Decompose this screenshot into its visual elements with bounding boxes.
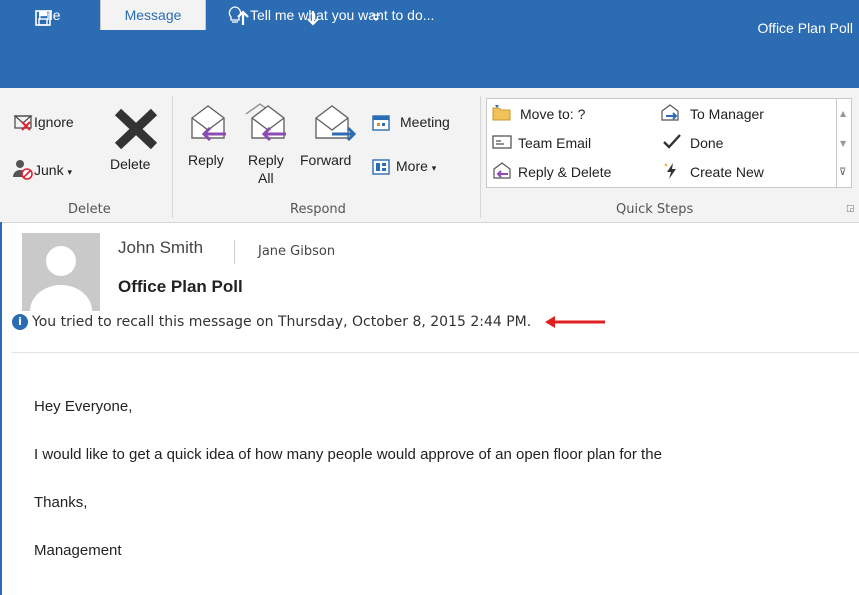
red-arrow-annotation: [545, 316, 606, 328]
tab-message[interactable]: Message: [100, 0, 206, 30]
body-greeting: Hey Everyone,: [34, 398, 133, 415]
to-manager-icon: [661, 104, 679, 121]
recipient-name[interactable]: Jane Gibson: [258, 244, 335, 259]
scroll-down-icon[interactable]: ▼: [840, 139, 846, 148]
more-button[interactable]: More ▾: [372, 156, 468, 180]
recall-info-text: You tried to recall this message on Thur…: [32, 314, 532, 330]
forward-icon: [315, 105, 357, 142]
info-icon: i: [12, 314, 28, 330]
quick-steps-dialog-launcher-icon[interactable]: ◲: [846, 204, 856, 214]
quick-step-team-email[interactable]: Team Email: [492, 131, 652, 155]
quick-steps-scrollbar[interactable]: ▲ ▼ ⊽: [836, 98, 852, 188]
recall-info-bar: i You tried to recall this message on Th…: [12, 314, 607, 330]
junk-label: Junk ▾: [34, 162, 72, 178]
group-label-quick-steps: Quick Steps: [616, 202, 694, 217]
tell-me-text: Tell me what you want to do...: [250, 7, 435, 23]
reply-button[interactable]: Reply: [182, 100, 236, 190]
quick-step-label: Reply & Delete: [518, 164, 612, 180]
delete-x-icon: [114, 108, 158, 150]
expand-gallery-icon[interactable]: ⊽: [839, 167, 846, 178]
reply-label: Reply: [188, 152, 224, 168]
body-closing: Thanks,: [34, 494, 88, 511]
sender-name[interactable]: John Smith: [118, 238, 203, 258]
lightbulb-icon: [228, 6, 242, 23]
body-paragraph: I would like to get a quick idea of how …: [34, 446, 662, 463]
quick-step-create-new[interactable]: Create New: [660, 160, 832, 184]
dropdown-caret-icon: ▾: [431, 163, 437, 173]
group-label-delete: Delete: [68, 202, 111, 217]
folder-move-icon: [492, 105, 511, 121]
tell-me-box[interactable]: Tell me what you want to do...: [228, 0, 434, 30]
group-separator: [480, 96, 481, 218]
quick-step-label: Done: [690, 135, 724, 151]
forward-label: Forward: [300, 152, 352, 168]
reply-all-label-1: Reply: [248, 152, 284, 168]
reply-all-button[interactable]: Reply All: [242, 100, 294, 190]
meeting-icon: [372, 115, 390, 131]
meeting-button[interactable]: Meeting: [372, 112, 468, 136]
junk-icon: [13, 160, 33, 180]
ignore-button[interactable]: Ignore: [12, 110, 100, 136]
group-separator: [172, 96, 173, 218]
quick-step-reply-delete[interactable]: Reply & Delete: [492, 160, 652, 184]
forward-button[interactable]: Forward: [300, 100, 370, 190]
reply-icon: [191, 105, 226, 142]
reply-all-icon: [245, 103, 286, 142]
scroll-up-icon[interactable]: ▲: [840, 109, 846, 118]
dropdown-caret-icon: ▾: [67, 167, 72, 177]
quick-step-label: Team Email: [518, 135, 592, 151]
message-subject: Office Plan Poll: [118, 277, 243, 296]
tab-file[interactable]: File: [38, 0, 61, 30]
ignore-icon: [13, 115, 33, 131]
team-email-icon: [492, 135, 512, 149]
header-divider: [12, 352, 859, 353]
delete-button[interactable]: Delete: [108, 100, 164, 190]
checkmark-icon: [663, 134, 681, 149]
window-title: Office Plan Poll: [757, 20, 853, 36]
reply-all-label-2: All: [258, 170, 274, 186]
divider: [234, 240, 235, 264]
quick-step-label: To Manager: [690, 106, 764, 122]
junk-button[interactable]: Junk ▾: [12, 156, 100, 182]
quick-step-move-to[interactable]: Move to: ?: [492, 102, 652, 126]
more-icon: [372, 159, 390, 175]
reply-delete-icon: [493, 162, 511, 179]
lightning-icon: [664, 163, 676, 179]
delete-label: Delete: [110, 156, 151, 172]
body-signature: Management: [34, 542, 122, 559]
quick-step-label: Move to: ?: [520, 106, 586, 122]
quick-step-done[interactable]: Done: [660, 131, 832, 155]
more-label: More ▾: [396, 158, 437, 174]
quick-step-label: Create New: [690, 164, 764, 180]
meeting-label: Meeting: [400, 114, 450, 130]
group-label-respond: Respond: [290, 202, 346, 217]
avatar: [22, 233, 100, 311]
quick-step-to-manager[interactable]: To Manager: [660, 102, 832, 126]
ribbon-tabs: [0, 58, 859, 88]
ignore-label: Ignore: [34, 114, 74, 130]
